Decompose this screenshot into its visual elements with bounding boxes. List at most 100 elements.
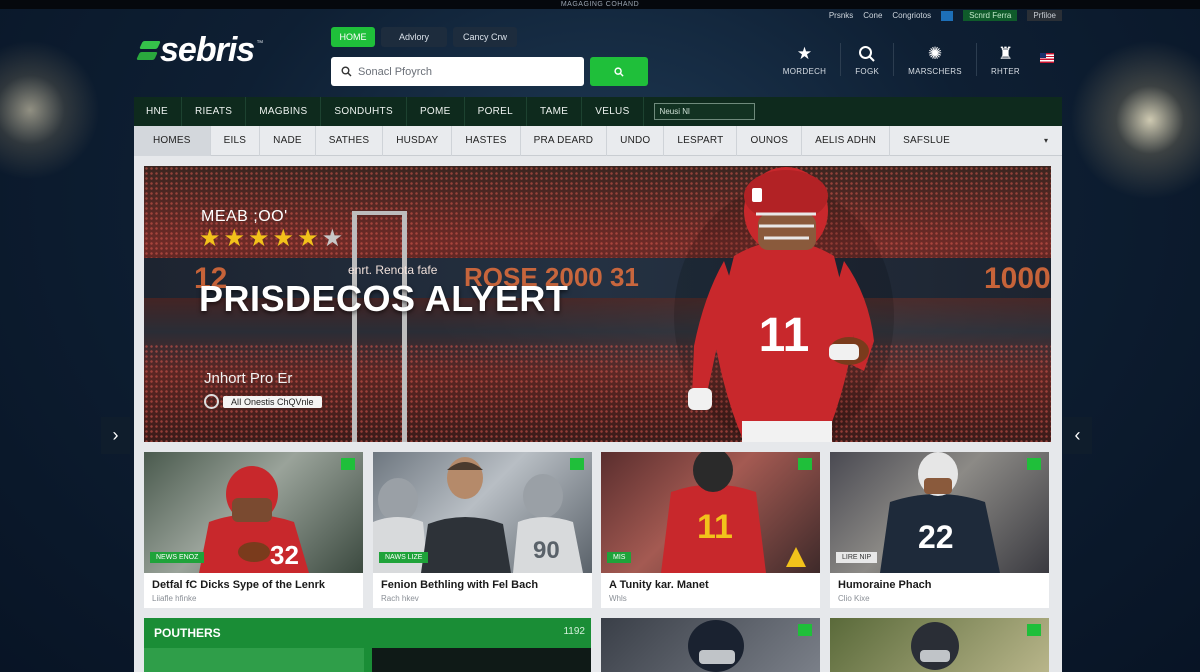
- nav-item-8[interactable]: VELUS: [582, 97, 644, 126]
- player-image: [911, 622, 959, 670]
- header-favorites-label: MORDECH: [782, 67, 827, 76]
- header-trophy[interactable]: ♜ RHTER: [975, 43, 1034, 76]
- team-section-count: 1192: [563, 626, 585, 637]
- subnav-item-9[interactable]: LESPART: [664, 125, 738, 156]
- team-icon: ✺: [927, 44, 943, 63]
- hero-crowd-bottom: [144, 344, 1051, 442]
- header-teams-label: MARSCHERS: [908, 67, 962, 76]
- video-badge-icon: [1027, 624, 1041, 636]
- news-card-6[interactable]: [830, 618, 1049, 672]
- tab-advisory[interactable]: Advlory: [381, 27, 447, 47]
- nav-item-3[interactable]: MAGBINS: [246, 97, 322, 126]
- star-icon: ★: [199, 225, 221, 252]
- subnav-item-2[interactable]: EILS: [211, 125, 261, 156]
- subnav-item-10[interactable]: OUNOS: [737, 125, 803, 156]
- news-card-1[interactable]: 32 NEWS ENOZ Detfal fC Dicks Sype of the…: [144, 452, 363, 608]
- star-icon: ★: [297, 225, 319, 252]
- news-card-subtitle: Whls: [609, 594, 627, 603]
- hero-banner[interactable]: 12 ROSE 2000 31 1000 MEAB ;OO' ★ ★ ★ ★ ★…: [144, 166, 1051, 442]
- news-card-image: 32 NEWS ENOZ: [144, 452, 363, 573]
- util-link-profile[interactable]: Prfiloe: [1027, 10, 1062, 21]
- video-badge-icon: [798, 624, 812, 636]
- search-input[interactable]: [358, 65, 578, 78]
- news-card-image: 11 MIS: [601, 452, 820, 573]
- chevron-right-icon: ›: [112, 425, 119, 445]
- hero-badge[interactable]: AlI Onestis ChQVnle: [204, 394, 322, 409]
- news-card-image: 22 LIRE NIP: [830, 452, 1049, 573]
- search-box: [331, 57, 584, 86]
- nav-item-4[interactable]: SONDUHTS: [321, 97, 407, 126]
- top-strip-text: MAGAGING COHAND: [560, 1, 640, 8]
- subnav-item-5[interactable]: HUSDAY: [383, 125, 453, 156]
- header-search-label: FOGK: [855, 67, 880, 76]
- nav-item-7[interactable]: TAME: [527, 97, 583, 126]
- star-icon: ★: [248, 225, 270, 252]
- util-link-c[interactable]: Congriotos: [892, 11, 931, 20]
- subnav-item-6[interactable]: HASTES: [452, 125, 521, 156]
- star-icon: ★: [223, 225, 246, 252]
- nav-search-field[interactable]: Neusi Nl: [653, 103, 755, 120]
- app-badge-icon[interactable]: [941, 10, 954, 21]
- news-card-tag: LIRE NIP: [836, 552, 878, 563]
- chevron-left-icon: ‹: [1074, 425, 1081, 445]
- tab-category[interactable]: Cancy Crw: [453, 27, 517, 47]
- trophy-icon: ♜: [997, 44, 1014, 63]
- search-button-icon: [614, 66, 624, 77]
- subnav-item-8[interactable]: UNDO: [607, 125, 665, 156]
- star-empty-icon: ★: [321, 225, 344, 252]
- team-section-title: POUTHERS: [154, 626, 221, 640]
- news-card-tag: NEWS ENOZ: [150, 552, 205, 563]
- news-card-subtitle: Clio Kixe: [838, 594, 870, 603]
- news-card-4[interactable]: 22 LIRE NIP Humoraine Phach Clio Kixe: [830, 452, 1049, 608]
- video-badge-icon: [341, 458, 355, 470]
- utility-links: Prsnks Cone Congriotos Scnrd Ferra Prfil…: [829, 10, 1062, 21]
- team-section-panthers[interactable]: POUTHERS 1192: [144, 618, 591, 672]
- hero-jersey-number: 11: [759, 309, 810, 362]
- nav-item-2[interactable]: RIEATS: [182, 97, 247, 126]
- team-section-image-2: [372, 648, 591, 672]
- util-link-b[interactable]: Cone: [863, 11, 882, 20]
- news-card-subtitle: Liiafle hfinke: [152, 594, 197, 603]
- news-card-tag: NAWS LIZE: [379, 552, 429, 563]
- tab-home[interactable]: HOME: [331, 27, 375, 47]
- header-favorites[interactable]: ★ MORDECH: [769, 43, 840, 76]
- subnav-item-7[interactable]: PRA DEARD: [521, 125, 608, 156]
- nav-item-1[interactable]: HNE: [134, 97, 183, 126]
- search-button[interactable]: [590, 57, 648, 86]
- subnav-item-12[interactable]: SAFSLUE: [890, 126, 963, 156]
- news-card-subtitle: Rach hkev: [381, 594, 419, 603]
- nav-item-6[interactable]: POREL: [465, 97, 527, 126]
- util-link-a[interactable]: Prsnks: [829, 11, 853, 20]
- card-jersey-number: 11: [697, 508, 733, 546]
- news-card-5[interactable]: [601, 618, 820, 672]
- hero-title: PRISDECOS ALYERT: [199, 278, 569, 319]
- site-logo[interactable]: sebris ™: [138, 31, 263, 70]
- carousel-next-button[interactable]: ‹: [1063, 417, 1092, 454]
- nav-item-5[interactable]: POME: [407, 97, 465, 126]
- news-card-title: A Tunity kar. Manet: [609, 579, 709, 591]
- header-teams[interactable]: ✺ MARSCHERS: [893, 43, 976, 76]
- hero-rating: ★ ★ ★ ★ ★ ★: [199, 226, 343, 252]
- hero-player-image: 11: [674, 167, 894, 442]
- subnav-item-3[interactable]: NADE: [260, 125, 316, 156]
- goal-crossbar: [352, 211, 407, 215]
- site-header: sebris ™ HOME Advlory Cancy Crw Prsnks C…: [134, 9, 1062, 97]
- search-icon: [858, 43, 876, 65]
- star-icon: ★: [272, 225, 295, 252]
- subnav-item-homes[interactable]: HOMES: [134, 125, 211, 156]
- news-card-tag: MIS: [607, 552, 632, 563]
- news-card-title: Detfal fC Dicks Sype of the Lenrk: [152, 579, 325, 591]
- hero-subtitle: enrt. Renota fafe: [348, 263, 438, 277]
- util-link-green[interactable]: Scnrd Ferra: [963, 10, 1018, 21]
- stadium-light-left: [0, 40, 100, 180]
- carousel-prev-button[interactable]: ›: [101, 417, 130, 454]
- card-jersey-number: 90: [533, 537, 560, 564]
- subnav-more-icon[interactable]: ▾: [1044, 136, 1048, 145]
- subnav-item-11[interactable]: AELIS ADHN: [802, 125, 891, 156]
- us-flag-icon[interactable]: [1040, 53, 1054, 63]
- news-card-3[interactable]: 11 MIS A Tunity kar. Manet Whls: [601, 452, 820, 608]
- news-card-2[interactable]: 90 NAWS LIZE Fenion Bethling with Fel Ba…: [373, 452, 592, 608]
- card-jersey-number: 32: [270, 540, 299, 570]
- header-search[interactable]: FOGK: [840, 43, 893, 76]
- subnav-item-4[interactable]: SATHES: [316, 125, 384, 156]
